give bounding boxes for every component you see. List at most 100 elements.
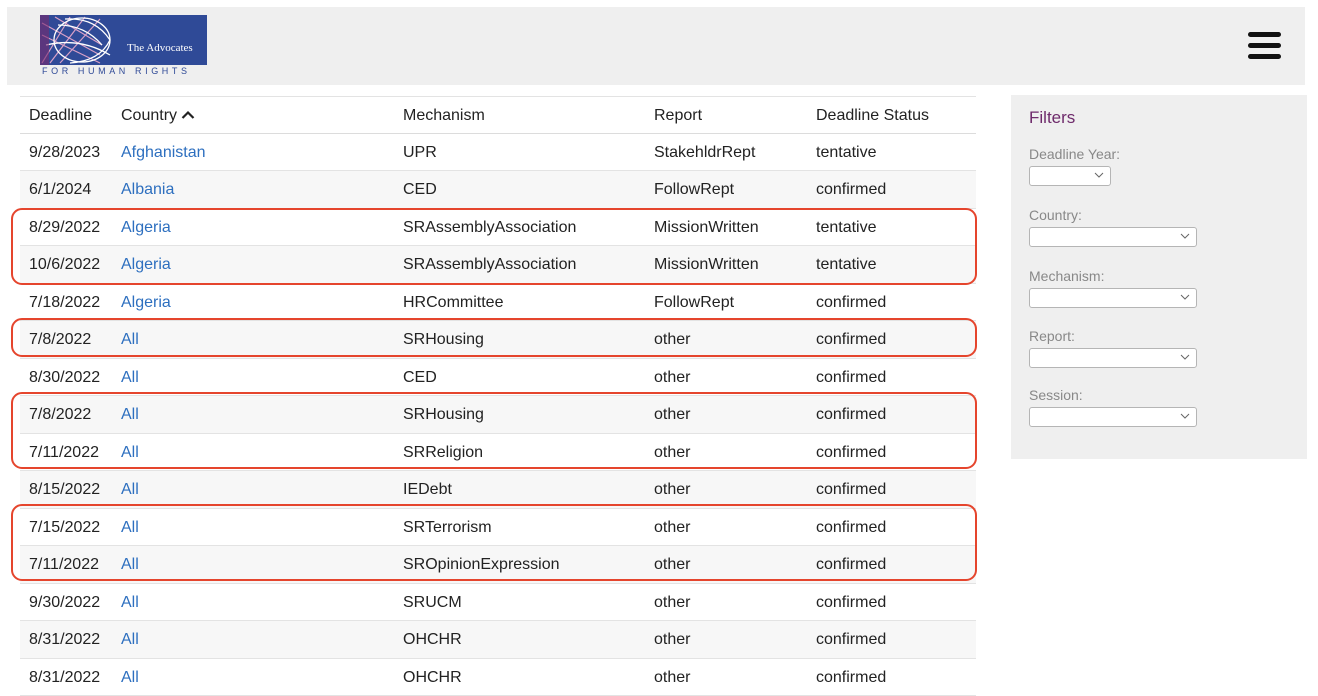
table-row: 7/8/2022AllSRHousingotherconfirmed xyxy=(20,321,976,359)
hamburger-menu-icon[interactable] xyxy=(1248,32,1281,60)
report-cell: other xyxy=(654,621,690,658)
menu-bar xyxy=(1248,54,1281,59)
table-row: 7/11/2022AllSROpinionExpressionotherconf… xyxy=(20,546,976,584)
table-row: 8/31/2022 All OHCHR other confirmed xyxy=(20,659,976,696)
mechanism-select[interactable] xyxy=(1029,288,1197,308)
mechanism-cell: SRHousing xyxy=(403,321,484,358)
deadline-cell: 7/18/2022 xyxy=(29,284,100,321)
status-cell: tentative xyxy=(816,134,876,171)
logo[interactable]: The Advocates FOR HUMAN RIGHTS xyxy=(40,15,216,77)
status-cell: confirmed xyxy=(816,546,886,583)
status-cell: confirmed xyxy=(816,359,886,396)
logo-name: The Advocates xyxy=(127,42,193,54)
deadline-cell: 8/31/2022 xyxy=(29,659,100,696)
report-cell: other xyxy=(654,659,690,696)
menu-bar xyxy=(1248,32,1281,37)
mechanism-cell: SRHousing xyxy=(403,396,484,433)
report-cell: other xyxy=(654,396,690,433)
table-row: 7/15/2022AllSRTerrorismotherconfirmed xyxy=(20,509,976,547)
report-label: Report: xyxy=(1029,328,1075,344)
country-link[interactable]: All xyxy=(121,546,139,583)
country-link[interactable]: Algeria xyxy=(121,209,171,246)
status-cell: confirmed xyxy=(816,471,886,508)
column-header-country[interactable]: Country xyxy=(121,97,195,134)
country-link[interactable]: All xyxy=(121,471,139,508)
filters-panel: Filters Deadline Year: Country: Mechanis… xyxy=(1011,95,1307,459)
report-cell: StakehldrRept xyxy=(654,134,755,171)
table-row: 7/11/2022 All SRReligion other confirmed xyxy=(20,434,976,472)
report-cell: other xyxy=(654,584,690,621)
deadlines-table: Deadline Country Mechanism Report Deadli… xyxy=(20,96,976,696)
country-link[interactable]: All xyxy=(121,359,139,396)
mechanism-cell: IEDebt xyxy=(403,471,452,508)
table-row: 7/18/2022AlgeriaHRCommitteeFollowReptcon… xyxy=(20,284,976,322)
report-select[interactable] xyxy=(1029,348,1197,368)
session-label: Session: xyxy=(1029,387,1083,403)
country-link[interactable]: Albania xyxy=(121,171,174,208)
status-cell: tentative xyxy=(816,246,876,283)
mechanism-cell: OHCHR xyxy=(403,659,462,696)
mechanism-cell: UPR xyxy=(403,134,437,171)
chevron-down-icon xyxy=(1094,170,1104,180)
report-cell: MissionWritten xyxy=(654,209,759,246)
country-select[interactable] xyxy=(1029,227,1197,247)
country-label: Country: xyxy=(1029,207,1082,223)
mechanism-cell: SRAssemblyAssociation xyxy=(403,209,576,246)
session-select[interactable] xyxy=(1029,407,1197,427)
deadline-year-label: Deadline Year: xyxy=(1029,146,1120,162)
deadline-cell: 7/8/2022 xyxy=(29,396,91,433)
report-cell: other xyxy=(654,509,690,546)
mechanism-cell: OHCHR xyxy=(403,621,462,658)
chevron-up-icon xyxy=(181,110,195,119)
country-link[interactable]: Algeria xyxy=(121,284,171,321)
column-header-report[interactable]: Report xyxy=(654,97,702,134)
table-row: 6/1/2024AlbaniaCEDFollowReptconfirmed xyxy=(20,171,976,209)
status-cell: confirmed xyxy=(816,284,886,321)
country-link[interactable]: All xyxy=(121,321,139,358)
country-link[interactable]: Afghanistan xyxy=(121,134,206,171)
deadline-cell: 9/28/2023 xyxy=(29,134,100,171)
country-link[interactable]: All xyxy=(121,509,139,546)
status-cell: confirmed xyxy=(816,321,886,358)
status-cell: confirmed xyxy=(816,434,886,471)
country-link[interactable]: All xyxy=(121,396,139,433)
table-row: 8/31/2022AllOHCHRotherconfirmed xyxy=(20,621,976,659)
mechanism-cell: HRCommittee xyxy=(403,284,503,321)
chevron-down-icon xyxy=(1180,292,1190,302)
status-cell: confirmed xyxy=(816,396,886,433)
deadline-cell: 8/31/2022 xyxy=(29,621,100,658)
table-header-row: Deadline Country Mechanism Report Deadli… xyxy=(20,96,976,134)
deadline-cell: 8/15/2022 xyxy=(29,471,100,508)
mechanism-cell: SRReligion xyxy=(403,434,483,471)
column-header-mechanism[interactable]: Mechanism xyxy=(403,97,485,134)
deadline-cell: 7/15/2022 xyxy=(29,509,100,546)
country-link[interactable]: All xyxy=(121,621,139,658)
column-header-deadline-status[interactable]: Deadline Status xyxy=(816,97,929,134)
table-row: 8/15/2022 All IEDebt other confirmed xyxy=(20,471,976,509)
header: The Advocates FOR HUMAN RIGHTS xyxy=(7,7,1305,85)
deadline-cell: 7/8/2022 xyxy=(29,321,91,358)
country-link[interactable]: Algeria xyxy=(121,246,171,283)
report-cell: other xyxy=(654,546,690,583)
deadline-cell: 8/30/2022 xyxy=(29,359,100,396)
report-cell: MissionWritten xyxy=(654,246,759,283)
report-cell: other xyxy=(654,471,690,508)
deadline-cell: 7/11/2022 xyxy=(29,434,99,471)
mechanism-cell: SROpinionExpression xyxy=(403,546,560,583)
status-cell: tentative xyxy=(816,209,876,246)
column-header-country-label: Country xyxy=(121,107,177,124)
logo-mark: The Advocates xyxy=(40,15,207,65)
status-cell: confirmed xyxy=(816,659,886,696)
table-row: 9/30/2022AllSRUCMotherconfirmed xyxy=(20,584,976,622)
deadline-year-select[interactable] xyxy=(1029,166,1111,186)
country-link[interactable]: All xyxy=(121,659,139,696)
status-cell: confirmed xyxy=(816,171,886,208)
mechanism-cell: CED xyxy=(403,359,437,396)
country-link[interactable]: All xyxy=(121,434,139,471)
column-header-deadline[interactable]: Deadline xyxy=(29,97,92,134)
table-row: 10/6/2022AlgeriaSRAssemblyAssociationMis… xyxy=(20,246,976,284)
chevron-down-icon xyxy=(1180,352,1190,362)
deadline-cell: 6/1/2024 xyxy=(29,171,91,208)
report-cell: other xyxy=(654,434,690,471)
country-link[interactable]: All xyxy=(121,584,139,621)
